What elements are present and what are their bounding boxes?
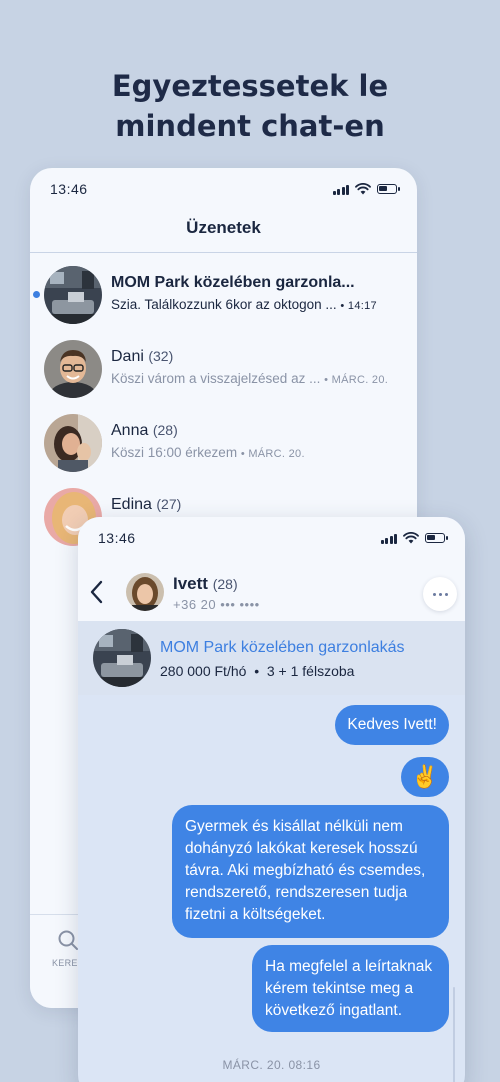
conversation-preview: Szia. Találkozzunk 6kor az oktogon ... •… [111, 297, 377, 312]
conversation-name: Edina (27) [111, 496, 181, 514]
preview-text: Szia. Találkozzunk 6kor az oktogon ... [111, 297, 337, 312]
conversation-preview: Köszi 16:00 érkezem • MÁRC. 20. [111, 445, 305, 460]
contact-age: (32) [148, 348, 174, 364]
conversation-name: MOM Park közelében garzonla... [111, 274, 355, 291]
status-bar: 13:46 [30, 168, 417, 210]
conversation-name: Dani (32) [111, 348, 173, 366]
wifi-icon [355, 183, 371, 195]
preview-text: Köszi várom a visszajelzésed az ... [111, 371, 321, 386]
status-icons [380, 532, 448, 544]
status-bar: 13:46 [78, 517, 465, 559]
contact-age: (28) [152, 422, 178, 438]
preview-text: Köszi 16:00 érkezem [111, 445, 238, 460]
conversation-item[interactable]: MOM Park közelében garzonla... Szia. Tal… [30, 264, 417, 338]
listing-price: 280 000 Ft/hó [160, 663, 247, 679]
listing-separator: • [254, 663, 260, 679]
conversation-item[interactable]: Anna (28) Köszi 16:00 érkezem • MÁRC. 20… [30, 412, 417, 486]
signal-icon [380, 533, 397, 544]
listing-rooms: 3 + 1 félszoba [266, 663, 355, 679]
conversation-list: MOM Park közelében garzonla... Szia. Tal… [30, 264, 417, 560]
battery-icon [425, 533, 448, 543]
contact-age: (28) [212, 576, 238, 592]
listing-avatar [44, 266, 102, 324]
chat-screen: 13:46 Ivett (28) +36 20 ••• •••• MOM Par… [78, 517, 465, 1082]
page-title: Üzenetek [186, 218, 261, 237]
message-bubble: Ha megfelel a leírtaknak kérem tekintse … [252, 945, 449, 1032]
headline: Egyeztessetek le mindent chat-en [0, 66, 500, 146]
contact-name: Edina [111, 496, 152, 513]
message-date: MÁRC. 20. 08:16 [222, 1058, 321, 1072]
wifi-icon [403, 532, 419, 544]
status-icons [332, 183, 400, 195]
contact-name-text: Ivett [173, 574, 208, 593]
headline-line-1: Egyeztessetek le [111, 69, 389, 103]
search-icon [58, 930, 78, 950]
more-options-button[interactable] [423, 577, 457, 611]
contact-name: Anna [111, 422, 149, 439]
status-time: 13:46 [98, 530, 136, 546]
message-bubble: Kedves Ivett! [335, 705, 449, 745]
contact-phone: +36 20 ••• •••• [173, 597, 260, 612]
headline-line-2: mindent chat-en [115, 109, 385, 143]
conversation-time: • MÁRC. 20. [240, 448, 305, 460]
listing-card[interactable]: MOM Park közelében garzonlakás 280 000 F… [78, 621, 465, 695]
back-arrow-icon[interactable] [86, 579, 110, 605]
listing-meta: 280 000 Ft/hó • 3 + 1 félszoba [160, 663, 354, 679]
listing-thumbnail [93, 629, 151, 687]
contact-avatar[interactable] [126, 573, 164, 611]
avatar [44, 414, 102, 472]
conversation-preview: Köszi várom a visszajelzésed az ... • MÁ… [111, 371, 388, 386]
chat-header: 13:46 Ivett (28) +36 20 ••• •••• [78, 517, 465, 621]
listing-title[interactable]: MOM Park közelében garzonlakás [160, 639, 405, 657]
header-divider [30, 252, 417, 253]
message-bubble-emoji: ✌ [401, 757, 449, 797]
unread-dot [33, 291, 40, 298]
scroll-indicator[interactable] [453, 987, 455, 1082]
message-bubble: Gyermek és kisállat nélküli nem dohányzó… [172, 805, 449, 938]
conversation-item[interactable]: Dani (32) Köszi várom a visszajelzésed a… [30, 338, 417, 412]
status-time: 13:46 [50, 181, 88, 197]
conversation-name: Anna (28) [111, 422, 178, 440]
avatar [44, 340, 102, 398]
signal-icon [332, 184, 349, 195]
conversation-time: • 14:17 [340, 300, 377, 312]
contact-name: Dani [111, 348, 144, 365]
contact-age: (27) [156, 496, 182, 512]
contact-name: Ivett (28) [173, 574, 238, 594]
battery-icon [377, 184, 400, 194]
conversation-time: • MÁRC. 20. [324, 374, 389, 386]
